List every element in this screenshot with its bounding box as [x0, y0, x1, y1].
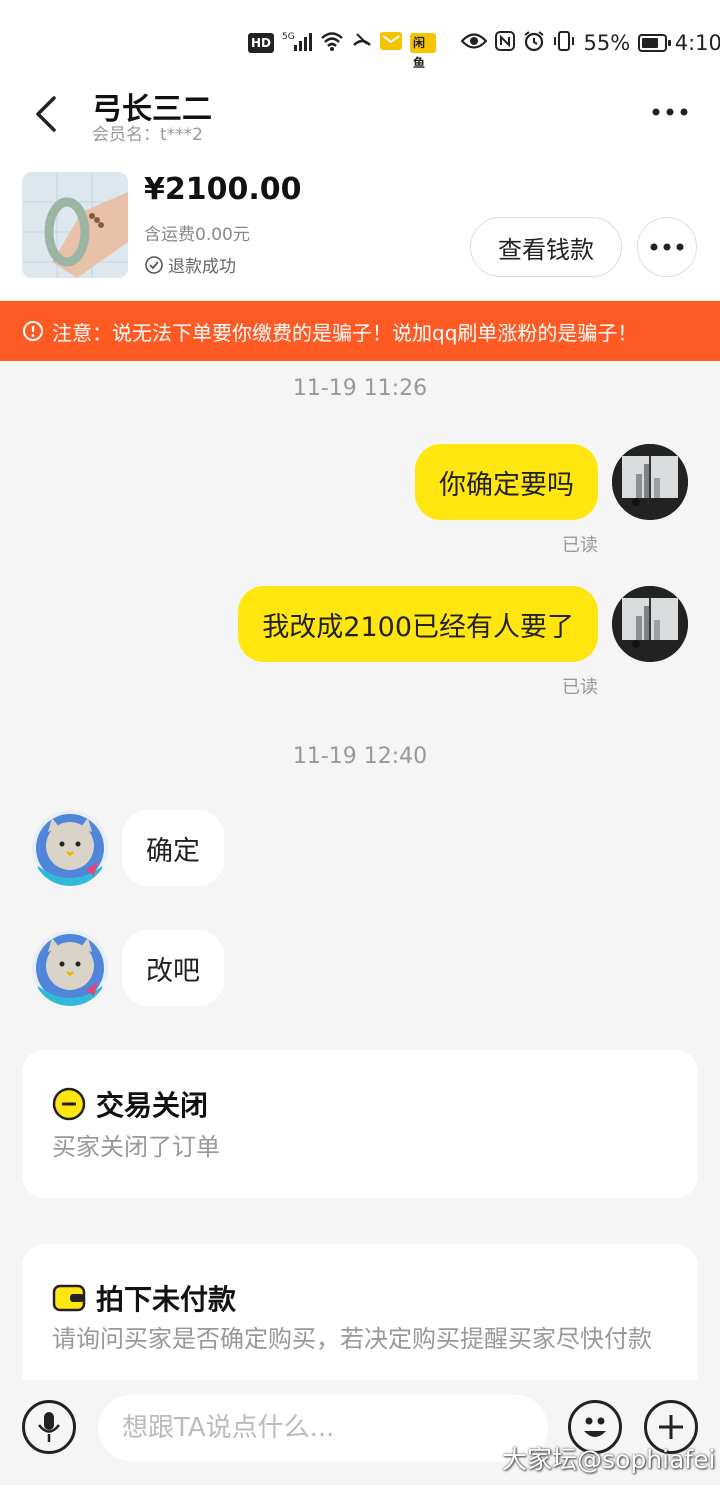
timestamp: 11-19 12:40	[292, 744, 428, 769]
more-dots-icon	[650, 243, 684, 251]
view-payment-button[interactable]: 查看钱款	[470, 217, 622, 277]
city-window-icon	[612, 586, 688, 662]
alert-circle-icon	[23, 321, 43, 341]
read-receipt: 已读	[562, 677, 598, 698]
call-muted-icon	[352, 31, 372, 55]
message-input[interactable]	[98, 1395, 548, 1461]
transaction-closed-card[interactable]: 交易关闭 买家关闭了订单	[22, 1050, 698, 1198]
my-avatar[interactable]	[612, 444, 688, 520]
wallet-icon	[52, 1284, 86, 1312]
scam-warning-banner: 注意：说无法下单要你缴费的是骗子！说加qq刷单涨粉的是骗子！	[0, 301, 720, 361]
more-options-button[interactable]	[648, 90, 692, 134]
nfc-icon	[495, 31, 516, 55]
chevron-left-icon	[36, 96, 56, 132]
card-title: 交易关闭	[52, 1084, 208, 1124]
product-more-button[interactable]	[637, 217, 697, 277]
signal-icon: 5G	[282, 30, 313, 56]
timestamp: 11-19 11:26	[292, 376, 428, 401]
cat-astronaut-icon	[36, 934, 104, 1006]
watermark: 大家坛@sophiafei	[502, 1445, 716, 1474]
shipping-fee: 含运费0.00元	[144, 225, 250, 245]
microphone-icon	[38, 1412, 60, 1442]
card-title: 拍下未付款	[52, 1278, 236, 1318]
product-thumbnail[interactable]	[22, 172, 128, 278]
buyer-avatar[interactable]	[32, 810, 108, 886]
card-subtitle: 买家关闭了订单	[52, 1133, 220, 1161]
refund-status-label: 退款成功	[168, 257, 236, 277]
vibrate-icon	[553, 30, 575, 56]
cat-astronaut-icon	[36, 814, 104, 886]
refund-status: 退款成功	[144, 252, 236, 277]
city-window-icon	[612, 444, 688, 520]
battery-percent: 55%	[583, 31, 631, 55]
plus-icon	[659, 1415, 683, 1439]
wifi-icon	[320, 31, 344, 55]
card-subtitle: 请询问买家是否确定购买，若决定购买提醒买家尽快付款	[52, 1325, 652, 1353]
card-title-text: 交易关闭	[96, 1089, 209, 1122]
member-name: 会员名：t***2	[92, 125, 203, 145]
more-dots-icon	[652, 108, 688, 116]
check-circle-icon	[145, 255, 163, 274]
status-bar: HD 5G 闲鱼 55% 4:10	[0, 0, 720, 84]
minus-circle-icon	[52, 1087, 86, 1121]
alarm-icon	[523, 30, 545, 56]
read-receipt: 已读	[562, 535, 598, 556]
buyer-avatar[interactable]	[32, 930, 108, 1006]
chat-header: 弓长三二 会员名：t***2	[0, 84, 720, 150]
hd-icon: HD	[248, 33, 275, 53]
message-bubble-sent[interactable]: 我改成2100已经有人要了	[238, 586, 598, 662]
message-bubble-sent[interactable]: 你确定要吗	[415, 444, 598, 520]
battery-icon	[638, 34, 671, 52]
message-bubble-received[interactable]: 确定	[122, 810, 224, 886]
message-bubble-received[interactable]: 改吧	[122, 930, 224, 1006]
status-icons: HD 5G 闲鱼 55% 4:10	[248, 30, 720, 70]
status-time: 4:10	[674, 31, 720, 55]
svg-text:5G: 5G	[282, 32, 295, 42]
eye-icon	[460, 32, 488, 54]
bracelet-photo-icon	[22, 172, 128, 278]
product-card: ¥2100.00 含运费0.00元 退款成功 查看钱款	[0, 150, 720, 301]
warning-text: 注意：说无法下单要你缴费的是骗子！说加qq刷单涨粉的是骗子！	[52, 320, 638, 345]
card-title-text: 拍下未付款	[96, 1283, 237, 1316]
app-icon: 闲鱼	[410, 33, 436, 70]
mail-icon	[380, 31, 403, 55]
back-button[interactable]	[22, 90, 70, 138]
voice-button[interactable]	[22, 1400, 76, 1454]
my-avatar[interactable]	[612, 586, 688, 662]
product-price: ¥2100.00	[144, 172, 302, 207]
